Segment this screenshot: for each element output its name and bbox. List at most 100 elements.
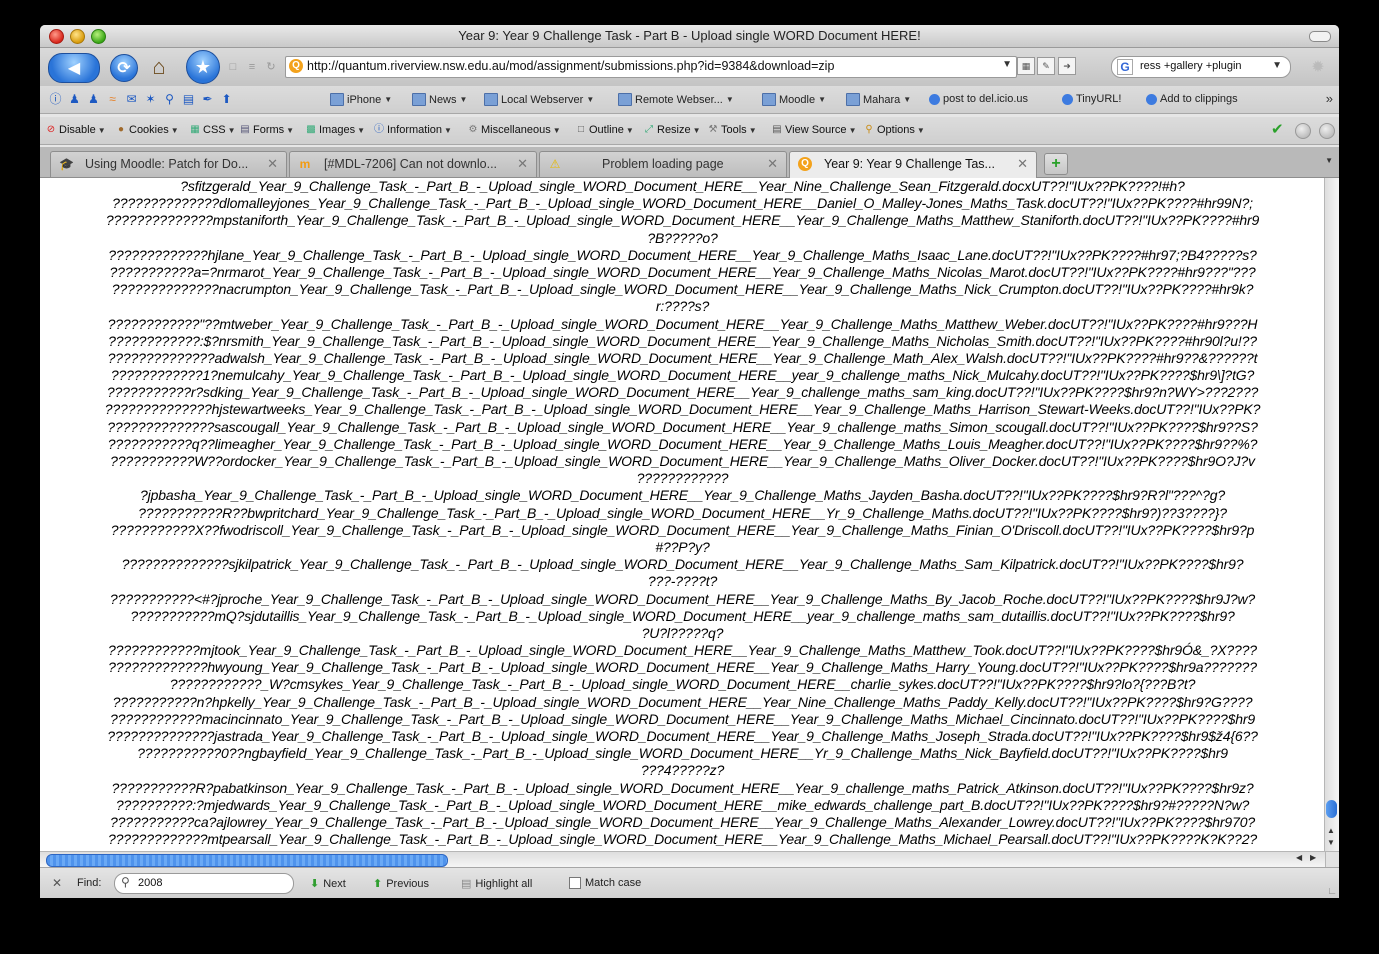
tools-icon: ⚒ — [708, 124, 718, 135]
new-tab-button[interactable]: + — [1044, 153, 1068, 175]
close-tab-icon[interactable]: ✕ — [267, 156, 278, 172]
edit-tool-icon[interactable]: ✎ — [1037, 57, 1055, 75]
pin-icon[interactable]: ⚲ — [162, 92, 177, 107]
content-line: ??????????:?mjedwards_Year_9_Challenge_T… — [115, 796, 1250, 813]
star-icon: ★ — [194, 56, 212, 77]
dev-menu-css[interactable]: ▦ CSS ▼ — [189, 124, 235, 136]
status-gray-icon[interactable] — [1319, 123, 1335, 139]
dev-menu-outline[interactable]: □ Outline ▼ — [575, 124, 634, 136]
title-bar: Year 9: Year 9 Challenge Task - Part B -… — [40, 25, 1339, 48]
close-tab-icon[interactable]: ✕ — [767, 156, 778, 172]
find-bar: ✕ Find: ⚲ 2008 ⬇ Next ⬆ Previous ▤ Highligh… — [40, 867, 1339, 898]
refresh-icon[interactable]: ↻ — [263, 59, 279, 75]
find-input[interactable]: ⚲ 2008 — [114, 873, 294, 894]
find-next-button[interactable]: ⬇ Next — [310, 877, 346, 891]
site-favicon-icon: Q — [798, 157, 812, 171]
scrollbar-corner — [1325, 851, 1339, 867]
tab-list-chevron-down-icon[interactable]: ▼ — [1325, 156, 1333, 165]
folder-icon — [484, 93, 498, 106]
down-arrow-icon: ⬇ — [310, 878, 320, 890]
back-forward-button[interactable]: ◀ — [48, 53, 100, 83]
bookmark-post-to-delicious[interactable]: post to del.icio.us — [929, 93, 1028, 105]
dev-menu-images[interactable]: ▩ Images ▼ — [305, 124, 365, 136]
grid-tool-icon[interactable]: ▦ — [1017, 57, 1035, 75]
scroll-right-arrow-icon[interactable]: ▶ — [1310, 853, 1316, 862]
css-icon: ▦ — [190, 124, 200, 135]
search-input-value: ress +gallery +plugin — [1140, 60, 1242, 72]
scroll-down-arrow-icon[interactable]: ▼ — [1327, 838, 1335, 847]
dev-menu-options[interactable]: ⚲ Options ▼ — [863, 124, 925, 136]
search-dropdown-icon[interactable]: ▼ — [1272, 60, 1282, 71]
dev-menu-tools[interactable]: ⚒ Tools ▼ — [707, 124, 757, 136]
chevron-right-icon[interactable]: » — [1326, 91, 1333, 106]
highlight-icon: ▤ — [461, 878, 472, 890]
content-line: ???????????n?hpkelly_Year_9_Challenge_Ta… — [112, 693, 1253, 710]
info-icon[interactable]: ⓘ — [48, 92, 63, 107]
up-arrow-icon[interactable]: ⬆ — [219, 92, 234, 107]
rss-icon[interactable]: ≡ — [244, 59, 260, 75]
toolbar-toggle-button[interactable] — [1309, 31, 1331, 42]
clipboard-icon[interactable]: ▤ — [181, 92, 196, 107]
content-line: ??????????????dlomalleyjones_Year_9_Chal… — [112, 195, 1253, 212]
warning-icon: ⚠ — [549, 157, 561, 171]
dev-menu-information[interactable]: ⓘ Information ▼ — [373, 124, 452, 136]
close-find-bar-icon[interactable]: ✕ — [52, 876, 62, 890]
match-case-checkbox[interactable]: Match case — [569, 877, 641, 889]
tab-problem-loading-page[interactable]: ⚠ Problem loading page ✕ — [539, 151, 787, 177]
bookmark-folder-remote-webserver[interactable]: Remote Webser... ▼ — [618, 93, 734, 106]
search-bar[interactable]: G ress +gallery +plugin ▼ — [1111, 56, 1291, 78]
bookmark-folder-moodle[interactable]: Moodle ▼ — [762, 93, 826, 106]
bookmark-folder-mahara[interactable]: Mahara ▼ — [846, 93, 911, 106]
bookmark-folder-local-webserver[interactable]: Local Webserver ▼ — [484, 93, 594, 106]
tab-mdl-7206[interactable]: m [#MDL-7206] Can not downlo... ✕ — [289, 151, 537, 177]
mail-icon[interactable]: ✉ — [124, 92, 139, 107]
dev-menu-view-source[interactable]: ▤ View Source ▼ — [771, 124, 856, 136]
highlight-all-button[interactable]: ▤ Highlight all — [461, 877, 532, 891]
url-bar[interactable]: Q http://quantum.riverview.nsw.edu.au/mo… — [285, 56, 1017, 78]
dev-menu-miscellaneous[interactable]: ⚙ Miscellaneous ▼ — [467, 124, 561, 136]
moodle-icon: 🎓 — [59, 157, 74, 171]
dev-menu-disable[interactable]: ⊘ Disable ▼ — [45, 124, 106, 136]
dev-menu-resize[interactable]: ⤢ Resize ▼ — [643, 124, 701, 136]
reload-icon: ⟳ — [117, 60, 131, 77]
home-button[interactable]: ⌂ — [146, 54, 172, 80]
go-arrow-icon[interactable]: ➜ — [1058, 57, 1076, 75]
activity-spinner-icon: ✹ — [1311, 59, 1325, 76]
url-dropdown-icon[interactable]: ▼ — [1002, 59, 1012, 70]
tab-bar: 🎓 Using Moodle: Patch for Do... ✕ m [#MD… — [40, 147, 1339, 178]
status-gray-icon[interactable] — [1295, 123, 1311, 139]
dev-menu-cookies[interactable]: ● Cookies ▼ — [115, 124, 179, 136]
vertical-scroll-thumb[interactable] — [1326, 800, 1337, 818]
tab-using-moodle[interactable]: 🎓 Using Moodle: Patch for Do... ✕ — [50, 151, 287, 177]
reload-button[interactable]: ⟳ — [110, 54, 138, 82]
close-tab-icon[interactable]: ✕ — [517, 156, 528, 172]
sparkle-icon[interactable]: ✶ — [143, 92, 158, 107]
bookmark-folder-iphone[interactable]: iPhone ▼ — [330, 93, 392, 106]
scroll-left-arrow-icon[interactable]: ◀ — [1296, 853, 1302, 862]
page-icon[interactable]: □ — [225, 59, 241, 75]
horizontal-scroll-thumb[interactable] — [46, 854, 448, 867]
bookmark-folder-news[interactable]: News ▼ — [412, 93, 467, 106]
users-icon[interactable]: ♟ — [86, 92, 101, 107]
content-line: ??????????????mpstaniforth_Year_9_Challe… — [105, 212, 1260, 229]
checkmark-icon[interactable]: ✔ — [1271, 122, 1285, 137]
find-previous-button[interactable]: ⬆ Previous — [373, 877, 429, 891]
bookmark-add-to-clippings[interactable]: Add to clippings — [1146, 93, 1238, 105]
dev-menu-forms[interactable]: ▤ Forms ▼ — [239, 124, 294, 136]
resize-grip-icon[interactable]: ∟ — [1327, 886, 1337, 897]
horizontal-scrollbar[interactable]: ◀ ▶ — [40, 851, 1325, 867]
content-line: ????????????macincinnato_Year_9_Challeng… — [109, 710, 1256, 727]
bookmark-star-button[interactable]: ★ — [186, 50, 220, 84]
content-line: ??????????????adwalsh_Year_9_Challenge_T… — [107, 349, 1258, 366]
scroll-up-arrow-icon[interactable]: ▲ — [1327, 826, 1335, 835]
vertical-scrollbar[interactable]: ▲ ▼ — [1324, 178, 1339, 851]
user-icon[interactable]: ♟ — [67, 92, 82, 107]
close-tab-icon[interactable]: ✕ — [1017, 156, 1028, 172]
bookmark-tinyurl[interactable]: TinyURL! — [1062, 93, 1121, 105]
feed-icon[interactable]: ≈ — [105, 92, 120, 107]
moodle-m-icon: m — [299, 157, 311, 171]
content-line: ???????????<#?jproche_Year_9_Challenge_T… — [109, 590, 1256, 607]
bookmarklet-icon — [929, 93, 940, 105]
tab-year-9-challenge[interactable]: Q Year 9: Year 9 Challenge Tas... ✕ — [789, 151, 1037, 178]
pen-icon[interactable]: ✒ — [200, 92, 215, 107]
